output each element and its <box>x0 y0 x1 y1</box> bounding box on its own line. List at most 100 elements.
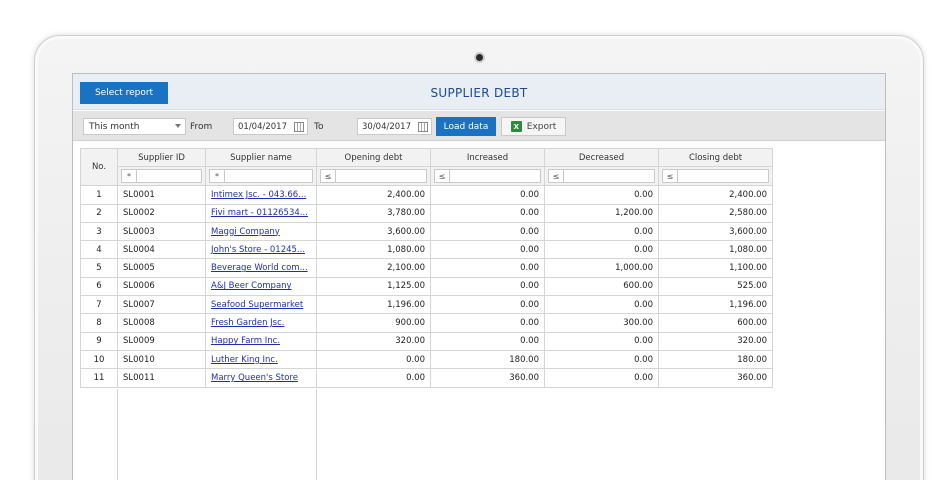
cell-no: 10 <box>80 349 118 370</box>
filter-input-closing-debt[interactable] <box>678 169 769 184</box>
column-divider <box>117 389 118 480</box>
cell-supplier-id: SL0007 <box>117 295 206 315</box>
column-header-supplier-name[interactable]: Supplier name <box>205 147 317 168</box>
cell-decreased: 0.00 <box>544 295 659 315</box>
supplier-link[interactable]: Luther King Inc. <box>211 355 278 365</box>
filter-input-increased[interactable] <box>450 169 541 184</box>
cell-supplier-name: Beverage World com... <box>205 258 317 278</box>
cell-increased: 0.00 <box>430 203 545 223</box>
supplier-link[interactable]: Happy Farm Inc. <box>211 336 280 346</box>
column-header-opening-debt[interactable]: Opening debt <box>316 147 431 168</box>
cell-no: 2 <box>80 203 118 223</box>
supplier-link[interactable]: A&J Beer Company <box>211 281 292 291</box>
supplier-link[interactable]: Maggi Company <box>211 227 280 237</box>
table-row[interactable]: 9 SL0009 Happy Farm Inc. 320.00 0.00 0.00 320.… <box>80 331 773 351</box>
cell-opening-debt: 2,100.00 <box>316 258 431 278</box>
filter-input-supplier-id[interactable] <box>137 169 202 184</box>
filter-operator[interactable]: ≤ <box>662 169 678 184</box>
export-button[interactable]: X Export <box>501 117 566 136</box>
period-select[interactable]: This month <box>83 118 186 135</box>
to-date-field[interactable]: 30/04/2017 <box>357 118 432 135</box>
cell-decreased: 0.00 <box>544 349 659 370</box>
supplier-link[interactable]: Seafood Supermarket <box>211 300 303 310</box>
cell-opening-debt: 0.00 <box>316 349 431 370</box>
cell-no: 4 <box>80 240 118 260</box>
filter-operator[interactable]: * <box>209 169 225 184</box>
cell-closing-debt: 1,100.00 <box>658 258 773 278</box>
table-row[interactable]: 3 SL0003 Maggi Company 3,600.00 0.00 0.00 3,60… <box>80 221 773 242</box>
cell-supplier-id: SL0005 <box>117 258 206 278</box>
table-row[interactable]: 7 SL0007 Seafood Supermarket 1,196.00 0.00 0.… <box>80 295 773 315</box>
cell-opening-debt: 1,125.00 <box>316 276 431 297</box>
cell-decreased: 600.00 <box>544 276 659 297</box>
filter-input-opening-debt[interactable] <box>336 169 427 184</box>
supplier-link[interactable]: John's Store - 01245... <box>211 245 305 255</box>
cell-no: 1 <box>80 185 118 205</box>
table-row[interactable]: 5 SL0005 Beverage World com... 2,100.00 0.00… <box>80 258 773 278</box>
cell-no: 3 <box>80 221 118 242</box>
supplier-link[interactable]: Fresh Garden Jsc. <box>211 318 285 328</box>
supplier-link[interactable]: Marry Queen's Store <box>211 373 298 383</box>
export-label: Export <box>526 121 557 132</box>
supplier-debt-grid: No. Supplier ID Supplier name Opening de… <box>80 147 773 388</box>
cell-increased: 0.00 <box>430 331 545 351</box>
from-date-field[interactable]: 01/04/2017 <box>233 118 308 135</box>
filter-toolbar: This month From 01/04/2017 To 30/04/2017… <box>73 111 885 141</box>
cell-closing-debt: 1,196.00 <box>658 295 773 315</box>
cell-no: 6 <box>80 276 118 297</box>
table-row[interactable]: 1 SL0001 Intimex Jsc. - 043.66... 2,400.00 0… <box>80 185 773 205</box>
table-body: 1 SL0001 Intimex Jsc. - 043.66... 2,400.00 0… <box>80 185 773 388</box>
cell-supplier-id: SL0002 <box>117 203 206 223</box>
filter-cell: * <box>117 166 206 187</box>
filter-input-supplier-name[interactable] <box>225 169 313 184</box>
table-row[interactable]: 4 SL0004 John's Store - 01245... 1,080.00 0.… <box>80 240 773 260</box>
period-select-value: This month <box>89 122 140 132</box>
table-row[interactable]: 8 SL0008 Fresh Garden Jsc. 900.00 0.00 300.00… <box>80 313 773 333</box>
filter-cell: ≤ <box>430 166 545 187</box>
column-header-increased[interactable]: Increased <box>430 147 545 168</box>
webcam <box>474 52 485 63</box>
filter-cell: * <box>205 166 317 187</box>
column-header-closing-debt[interactable]: Closing debt <box>658 147 773 168</box>
filter-operator[interactable]: ≤ <box>548 169 564 184</box>
cell-supplier-id: SL0001 <box>117 185 206 205</box>
supplier-link[interactable]: Fivi mart - 01126534... <box>211 208 308 218</box>
column-header-no[interactable]: No. <box>80 147 118 187</box>
column-header-supplier-id[interactable]: Supplier ID <box>117 147 206 168</box>
load-data-button[interactable]: Load data <box>436 117 496 136</box>
cell-supplier-name: Luther King Inc. <box>205 349 317 370</box>
table-row[interactable]: 6 SL0006 A&J Beer Company 1,125.00 0.00 600.0… <box>80 276 773 297</box>
cell-supplier-id: SL0011 <box>117 368 206 388</box>
cell-no: 11 <box>80 368 118 388</box>
table-row[interactable]: 11 SL0011 Marry Queen's Store 0.00 360.00 0.0… <box>80 368 773 388</box>
cell-increased: 360.00 <box>430 368 545 388</box>
filter-operator[interactable]: ≤ <box>320 169 336 184</box>
cell-supplier-id: SL0004 <box>117 240 206 260</box>
page-title: SUPPLIER DEBT <box>430 86 528 100</box>
cell-decreased: 0.00 <box>544 331 659 351</box>
column-header-decreased[interactable]: Decreased <box>544 147 659 168</box>
calendar-icon[interactable] <box>294 122 304 132</box>
filter-input-decreased[interactable] <box>564 169 655 184</box>
cell-decreased: 0.00 <box>544 240 659 260</box>
calendar-icon[interactable] <box>418 122 428 132</box>
column-divider <box>316 389 317 480</box>
grid-divider <box>772 148 773 190</box>
table-row[interactable]: 10 SL0010 Luther King Inc. 0.00 180.00 0.00 18… <box>80 349 773 370</box>
filter-operator[interactable]: * <box>121 169 137 184</box>
table-row[interactable]: 2 SL0002 Fivi mart - 01126534... 3,780.00 0.… <box>80 203 773 223</box>
filter-cell: ≤ <box>316 166 431 187</box>
cell-decreased: 0.00 <box>544 185 659 205</box>
cell-supplier-id: SL0003 <box>117 221 206 242</box>
cell-closing-debt: 525.00 <box>658 276 773 297</box>
cell-supplier-name: Maggi Company <box>205 221 317 242</box>
cell-increased: 0.00 <box>430 295 545 315</box>
cell-closing-debt: 2,400.00 <box>658 185 773 205</box>
cell-no: 7 <box>80 295 118 315</box>
cell-supplier-id: SL0009 <box>117 331 206 351</box>
supplier-link[interactable]: Beverage World com... <box>211 263 308 273</box>
supplier-link[interactable]: Intimex Jsc. - 043.66... <box>211 190 306 200</box>
filter-operator[interactable]: ≤ <box>434 169 450 184</box>
cell-decreased: 0.00 <box>544 221 659 242</box>
cell-supplier-name: Intimex Jsc. - 043.66... <box>205 185 317 205</box>
